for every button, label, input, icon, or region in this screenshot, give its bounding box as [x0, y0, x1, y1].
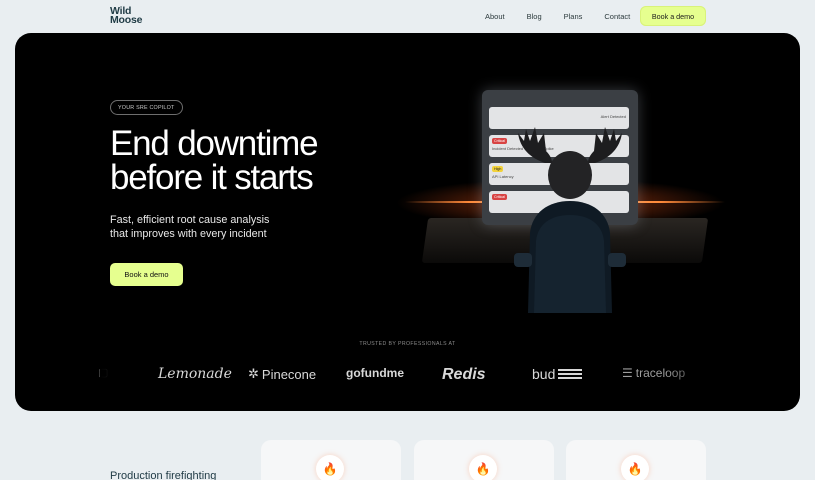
headline-line-1: End downtime [110, 124, 319, 163]
brand-pinecone-logo: ✲ Pinecone [248, 366, 316, 382]
brand-lemonade-logo: Lemonade [158, 366, 232, 382]
nav-link-blog[interactable]: Blog [527, 12, 542, 21]
trusted-by-label: TRUSTED BY PROFESSIONALS AT [359, 341, 456, 347]
bud-stripes-icon [558, 369, 583, 379]
hero-illustration: Alert Detected Critical Incident Detecte… [395, 83, 725, 313]
logo[interactable]: Wild Moose [110, 6, 143, 26]
traceloop-icon: ☰ [622, 366, 633, 380]
subheadline-line-2: that improves with every incident [110, 228, 267, 240]
logo-fade-left [100, 358, 140, 388]
nav-link-contact[interactable]: Contact [604, 12, 630, 21]
logo-fade-right [665, 358, 715, 388]
hero-book-demo-button[interactable]: Book a demo [110, 263, 183, 286]
logo-line-2: Moose [110, 14, 143, 26]
hero-subheadline: Fast, efficient root cause analysis that… [110, 213, 330, 241]
nav-book-demo-button[interactable]: Book a demo [640, 6, 706, 26]
feature-card[interactable]: 🔥 [261, 440, 401, 480]
brand-gofundme-logo: gofundme [346, 366, 404, 380]
feature-card[interactable]: 🔥 [414, 440, 554, 480]
flame-icon: 🔥 [621, 455, 649, 480]
feature-card[interactable]: 🔥 [566, 440, 706, 480]
hero-badge: YOUR SRE COPILOT [110, 100, 183, 115]
top-nav: Wild Moose About Blog Plans Contact Book… [0, 0, 815, 33]
hero-section: Alert Detected Critical Incident Detecte… [15, 33, 800, 411]
brand-pinecone-label: Pinecone [261, 366, 317, 382]
flame-icon: 🔥 [316, 455, 344, 480]
flame-icon: 🔥 [469, 455, 497, 480]
subheadline-line-1: Fast, efficient root cause analysis [110, 214, 270, 226]
brand-bud-logo: bud [532, 366, 583, 382]
nav-links: About Blog Plans Contact [485, 12, 652, 21]
brand-bud-label: bud [532, 366, 556, 382]
client-logos: ▢ Lemonade ✲ Pinecone gofundme Redis bud… [98, 358, 700, 388]
features-title: Production firefighting [110, 470, 217, 480]
hero-headline: End downtime before it starts [110, 124, 410, 197]
pinecone-icon: ✲ [248, 366, 259, 381]
nav-link-plans[interactable]: Plans [564, 12, 583, 21]
moose-in-chair-illustration [514, 127, 626, 313]
nav-link-about[interactable]: About [485, 12, 505, 21]
brand-redis-logo: Redis [442, 366, 486, 383]
alert-card-text: Alert Detected [600, 114, 626, 119]
headline-line-2: before it starts [110, 158, 314, 197]
